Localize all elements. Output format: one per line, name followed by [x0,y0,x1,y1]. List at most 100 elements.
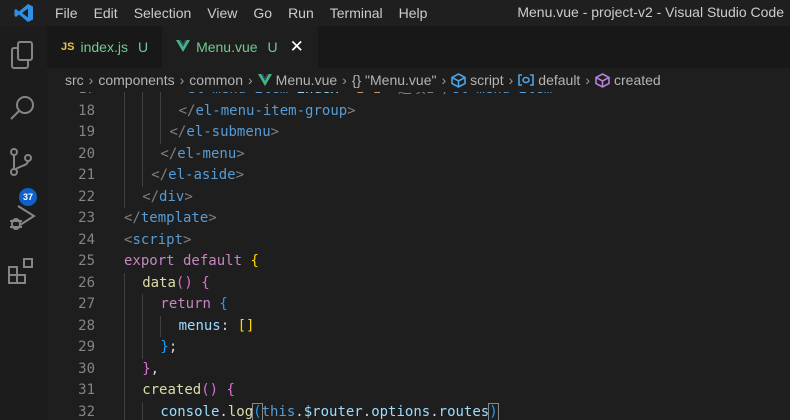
breadcrumb-label: Menu.vue [275,72,338,88]
breadcrumb-item[interactable]: src [65,72,84,88]
code-token: [] [237,317,255,334]
code-token: this [261,403,296,420]
breadcrumb-item[interactable]: script [451,72,504,88]
source-control-icon[interactable] [6,146,40,180]
extensions-icon[interactable] [6,254,40,288]
method-icon [595,72,610,88]
breadcrumb-item[interactable]: components [98,72,174,88]
code-token: . [430,403,439,420]
indent-guide [124,380,125,402]
code-editor[interactable]: 17<el-menu-item index="1-1">选项1</el-menu… [47,92,790,420]
code-token: el-aside [168,167,236,183]
line-number: 18 [78,102,95,119]
line-number: 22 [78,188,95,205]
breadcrumb-label: common [189,72,243,88]
code-token: </ [169,124,187,140]
menu-view[interactable]: View [199,5,245,21]
menu-help[interactable]: Help [391,5,436,21]
code-line: 29}; [47,337,790,359]
code-line: 21 </el-aside> [47,165,790,187]
vscode-logo-icon [0,3,47,23]
code-token: . [219,403,228,420]
indent-guide [142,165,144,187]
indent-guide [142,122,144,144]
code-token: el-menu-item [451,92,552,97]
tab-label: index.js [80,39,128,55]
chevron-right-icon: › [585,72,590,88]
code-line: 32 console.log(this.$router.options.route… [47,401,790,420]
code-token: index= [297,92,348,97]
code-token: > [236,145,245,162]
breadcrumb-item[interactable]: default [518,72,580,88]
search-icon[interactable] [6,92,40,126]
code-line: 20 </el-menu> [47,143,790,165]
indent-guide [142,100,144,122]
breadcrumb-label: {} "Menu.vue" [351,72,437,88]
code-token: template [140,210,209,226]
indent-guide [124,122,125,144]
code-token: </ [124,210,141,226]
menu-terminal[interactable]: Terminal [322,5,391,21]
menu-run[interactable]: Run [280,5,322,21]
vue-icon [257,74,272,86]
code-token: data [142,274,176,291]
line-number: 23 [78,210,95,226]
tab-label: Menu.vue [196,39,258,55]
code-token: > [235,167,245,183]
menu-edit[interactable]: Edit [86,5,126,21]
tab-index-js[interactable]: JS index.js U [47,26,162,68]
line-number: 30 [78,360,95,377]
code-token: </ [151,167,169,183]
run-debug-icon[interactable] [6,200,40,234]
code-token: ) [488,402,499,420]
code-token: } [142,360,151,377]
breadcrumb-item[interactable]: common [189,72,243,88]
line-number: 31 [78,382,95,398]
code-token: > [208,210,217,226]
code-token: > [347,102,356,119]
code-token: el-menu-item [187,92,297,97]
indent-guide [142,294,144,316]
menu-file[interactable]: File [47,5,86,21]
code-token: { [201,274,210,291]
code-token: } [160,339,169,355]
chevron-right-icon: › [342,72,347,88]
tab-menu-vue[interactable]: Menu.vue U ✕ [162,26,318,68]
code-token: script [132,231,184,248]
code-token: </ [160,145,178,162]
menu-selection[interactable]: Selection [126,5,200,21]
code-token: console [160,403,220,420]
chevron-right-icon: › [247,72,253,88]
tab-bar: JS index.js U Menu.vue U ✕ [47,26,790,68]
tab-status: U [267,39,278,55]
code-token: created [142,382,202,398]
indent-guide [124,315,125,337]
indent-guide [124,358,125,380]
explorer-icon[interactable] [6,38,40,72]
chevron-right-icon: › [179,72,185,88]
tab-status: U [137,39,149,55]
line-number: 28 [78,317,95,334]
line-number: 26 [78,274,95,291]
indent-guide [160,315,162,337]
breadcrumb-label: script [470,72,504,88]
breadcrumb-label: default [538,72,581,88]
title-bar: File Edit Selection View Go Run Terminal Help M… [0,0,790,26]
indent-guide [124,92,125,101]
breadcrumb-item[interactable]: created [595,72,661,88]
chevron-right-icon: › [88,72,94,88]
menu-go[interactable]: Go [245,5,280,21]
code-token: "1-1" [347,92,389,97]
close-icon[interactable]: ✕ [290,37,304,57]
code-line: 27 return { [47,294,790,316]
indent-guide [124,186,125,208]
indent-guide [124,272,125,294]
breadcrumb-item[interactable]: Menu.vue [257,72,338,88]
indent-guide [142,143,144,165]
code-token: return [160,296,220,312]
breadcrumb-item[interactable]: {} "Menu.vue" [352,72,437,88]
indent-guide [124,294,125,316]
breadcrumb-label: components [98,72,175,88]
